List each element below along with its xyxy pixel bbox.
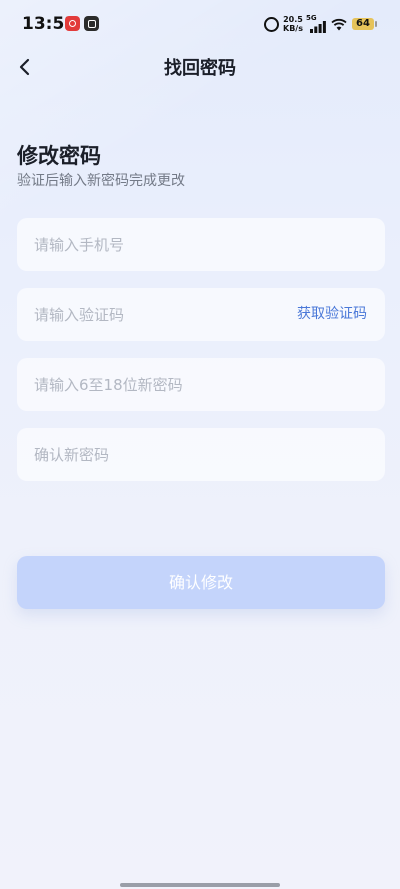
confirm-password-input[interactable]	[34, 428, 284, 481]
network-speed: 20.5 KB/s	[283, 15, 303, 33]
section-title: 修改密码	[17, 144, 101, 168]
network-speed-value: 20.5	[283, 15, 303, 24]
app-icon	[84, 16, 99, 31]
verification-code-input[interactable]	[34, 288, 284, 341]
status-bar: 13:53 20.5 KB/s 5G 64	[0, 0, 400, 48]
netease-music-icon	[65, 16, 80, 31]
home-indicator[interactable]	[120, 883, 280, 887]
confirm-password-field-container	[17, 428, 385, 481]
get-code-button[interactable]: 获取验证码	[297, 288, 367, 341]
alarm-icon	[264, 17, 279, 32]
verification-code-field-container: 获取验证码	[17, 288, 385, 341]
section-subtitle: 验证后输入新密码完成更改	[17, 173, 185, 189]
phone-field-container	[17, 218, 385, 271]
battery-icon: 64	[352, 18, 377, 30]
phone-input[interactable]	[34, 218, 284, 271]
page-title: 找回密码	[164, 58, 236, 79]
signal-icon	[310, 21, 326, 33]
new-password-input[interactable]	[34, 358, 284, 411]
wifi-icon	[331, 18, 347, 31]
confirm-change-button[interactable]: 确认修改	[17, 556, 385, 609]
new-password-field-container	[17, 358, 385, 411]
network-speed-unit: KB/s	[283, 24, 303, 33]
